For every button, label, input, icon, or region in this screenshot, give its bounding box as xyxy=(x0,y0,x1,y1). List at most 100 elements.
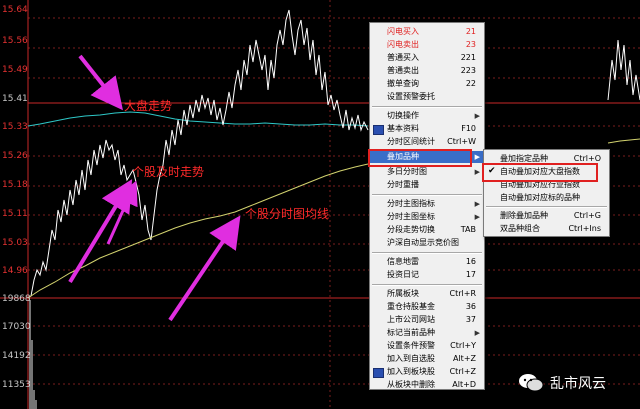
submenu-item-remove-overlay[interactable]: 删除叠加品种 Ctrl+G xyxy=(484,209,609,222)
menu-shortcut: 37 xyxy=(465,315,476,324)
menu-shortcut: Alt+Z xyxy=(452,354,476,363)
menu-label: 删除叠加品种 xyxy=(500,211,548,220)
menu-label: 分段走势切换 xyxy=(387,225,435,234)
submenu-arrow-icon: ▶ xyxy=(474,112,480,120)
annotation-avg-line: 个股分时图均线 xyxy=(245,207,330,221)
submenu-arrow-icon: ▶ xyxy=(474,213,480,221)
add-sector-icon xyxy=(373,368,384,378)
y-label: 17030 xyxy=(2,322,31,332)
y-label: 15.33 xyxy=(2,122,28,132)
arrow-stock-1 xyxy=(68,179,133,284)
menu-item-auction-chart[interactable]: 沪深自动显示竞价图 xyxy=(370,237,484,249)
menu-label: 闪电买入 xyxy=(387,27,419,36)
menu-label: 所属板块 xyxy=(387,289,419,298)
menu-item-replay[interactable]: 分时重播 xyxy=(370,179,484,191)
menu-label: 基本资料 xyxy=(387,124,419,133)
menu-item-remove-sector[interactable]: 从板块中删除 Alt+D xyxy=(370,379,484,391)
y-label: 15.18 xyxy=(2,180,28,190)
menu-separator xyxy=(372,194,482,196)
y-label: 19868 xyxy=(2,294,31,304)
menu-separator xyxy=(486,206,607,208)
menu-item-info-mine[interactable]: 信息地雷 16 xyxy=(370,256,484,268)
menu-shortcut: Ctrl+Ins xyxy=(568,224,601,233)
menu-item-heavy-funds[interactable]: 重仓持股基金 36 xyxy=(370,301,484,313)
submenu-arrow-icon: ▶ xyxy=(474,153,480,161)
arrow-avg xyxy=(168,215,241,322)
y-label: 15.41 xyxy=(2,94,28,104)
watermark-text: 乱市风云 xyxy=(550,376,606,392)
menu-label: 普通买入 xyxy=(387,53,419,62)
menu-label: 分时主图指标 xyxy=(387,199,435,208)
menu-item-sector[interactable]: 所属板块 Ctrl+R xyxy=(370,288,484,300)
menu-label: 分时主图坐标 xyxy=(387,212,435,221)
menu-separator xyxy=(372,284,482,286)
submenu-item-dual-combo[interactable]: 双品种组合 Ctrl+Ins xyxy=(484,222,609,235)
menu-label: 分时重播 xyxy=(387,180,419,189)
menu-shortcut: 23 xyxy=(465,40,476,49)
menu-shortcut: Ctrl+Y xyxy=(450,341,476,350)
submenu-arrow-icon: ▶ xyxy=(474,168,480,176)
average-line-right xyxy=(607,138,640,144)
y-label: 15.03 xyxy=(2,238,28,248)
submenu-item-auto-underlying[interactable]: 自动叠加对应标的品种 xyxy=(484,191,609,204)
menu-item-alert-order[interactable]: 设置预警委托 xyxy=(370,91,484,103)
menu-label: 设置条件预警 xyxy=(387,341,435,350)
menu-item-normal-sell[interactable]: 普通卖出 223 xyxy=(370,65,484,77)
menu-label: 普通卖出 xyxy=(387,66,419,75)
menu-shortcut: 17 xyxy=(465,270,476,279)
annotation-stock-realtime: 个股及时走势 xyxy=(132,165,205,179)
menu-label: 重仓持股基金 xyxy=(387,302,435,311)
menu-label: 加入到板块股 xyxy=(387,367,435,376)
menu-shortcut: 223 xyxy=(460,66,476,75)
menu-separator xyxy=(372,252,482,254)
price-line xyxy=(27,9,369,299)
menu-label: 撤单查询 xyxy=(387,79,419,88)
menu-shortcut: Ctrl+R xyxy=(449,289,477,298)
menu-item-interval-stats[interactable]: 分时区间统计 Ctrl+W xyxy=(370,136,484,148)
menu-shortcut: 36 xyxy=(465,302,476,311)
watermark: 乱市风云 xyxy=(512,372,640,394)
menu-shortcut: 16 xyxy=(465,257,476,266)
menu-item-basic-info[interactable]: 基本资料 F10 xyxy=(370,123,484,135)
menu-item-invest-diary[interactable]: 投资日记 17 xyxy=(370,269,484,281)
menu-item-company-website[interactable]: 上市公司网站 37 xyxy=(370,314,484,326)
arrow-market xyxy=(78,54,123,111)
menu-item-add-watchlist[interactable]: 加入到自选股 Alt+Z xyxy=(370,353,484,365)
menu-item-normal-buy[interactable]: 普通买入 221 xyxy=(370,52,484,64)
menu-item-switch-operation[interactable]: 切换操作 ▶ xyxy=(370,110,484,122)
menu-item-segment-switch[interactable]: 分段走势切换 TAB xyxy=(370,224,484,236)
menu-shortcut: TAB xyxy=(460,225,476,234)
y-label: 14.96 xyxy=(2,266,28,276)
menu-label: 上市公司网站 xyxy=(387,315,435,324)
submenu-arrow-icon: ▶ xyxy=(474,329,480,337)
menu-label: 标记当前品种 xyxy=(387,328,435,337)
menu-label: 双品种组合 xyxy=(500,224,540,233)
menu-item-condition-alert[interactable]: 设置条件预警 Ctrl+Y xyxy=(370,340,484,352)
menu-item-add-sector[interactable]: 加入到板块股 Ctrl+Z xyxy=(370,366,484,378)
menu-item-main-indicator[interactable]: 分时主图指标 ▶ xyxy=(370,198,484,210)
menu-label: 投资日记 xyxy=(387,270,419,279)
menu-label: 从板块中删除 xyxy=(387,380,435,389)
menu-label: 自动叠加对应标的品种 xyxy=(500,193,580,202)
price-line-right xyxy=(607,39,640,101)
menu-label: 加入到自选股 xyxy=(387,354,435,363)
menu-shortcut: Ctrl+W xyxy=(447,137,476,146)
menu-shortcut: 21 xyxy=(465,27,476,36)
menu-item-flash-buy[interactable]: 闪电买入 21 xyxy=(370,26,484,38)
submenu-arrow-icon: ▶ xyxy=(474,200,480,208)
menu-item-mark-symbol[interactable]: 标记当前品种 ▶ xyxy=(370,327,484,339)
menu-item-flash-sell[interactable]: 闪电卖出 23 xyxy=(370,39,484,51)
menu-item-main-axis[interactable]: 分时主图坐标 ▶ xyxy=(370,211,484,223)
y-label: 15.64 xyxy=(2,5,28,15)
menu-label: 设置预警委托 xyxy=(387,92,435,101)
annotation-market-trend: 大盘走势 xyxy=(124,99,173,113)
y-label: 11353 xyxy=(2,380,31,390)
highlight-box-auto-index xyxy=(482,163,598,182)
y-label: 14192 xyxy=(2,351,31,361)
menu-shortcut: Ctrl+Z xyxy=(449,367,476,376)
menu-label: 分时区间统计 xyxy=(387,137,435,146)
menu-item-multiday-chart[interactable]: 多日分时图 ▶ xyxy=(370,166,484,178)
menu-item-cancel-query[interactable]: 撤单查询 22 xyxy=(370,78,484,90)
market-index-line xyxy=(27,111,369,127)
highlight-box-overlay xyxy=(368,149,472,167)
